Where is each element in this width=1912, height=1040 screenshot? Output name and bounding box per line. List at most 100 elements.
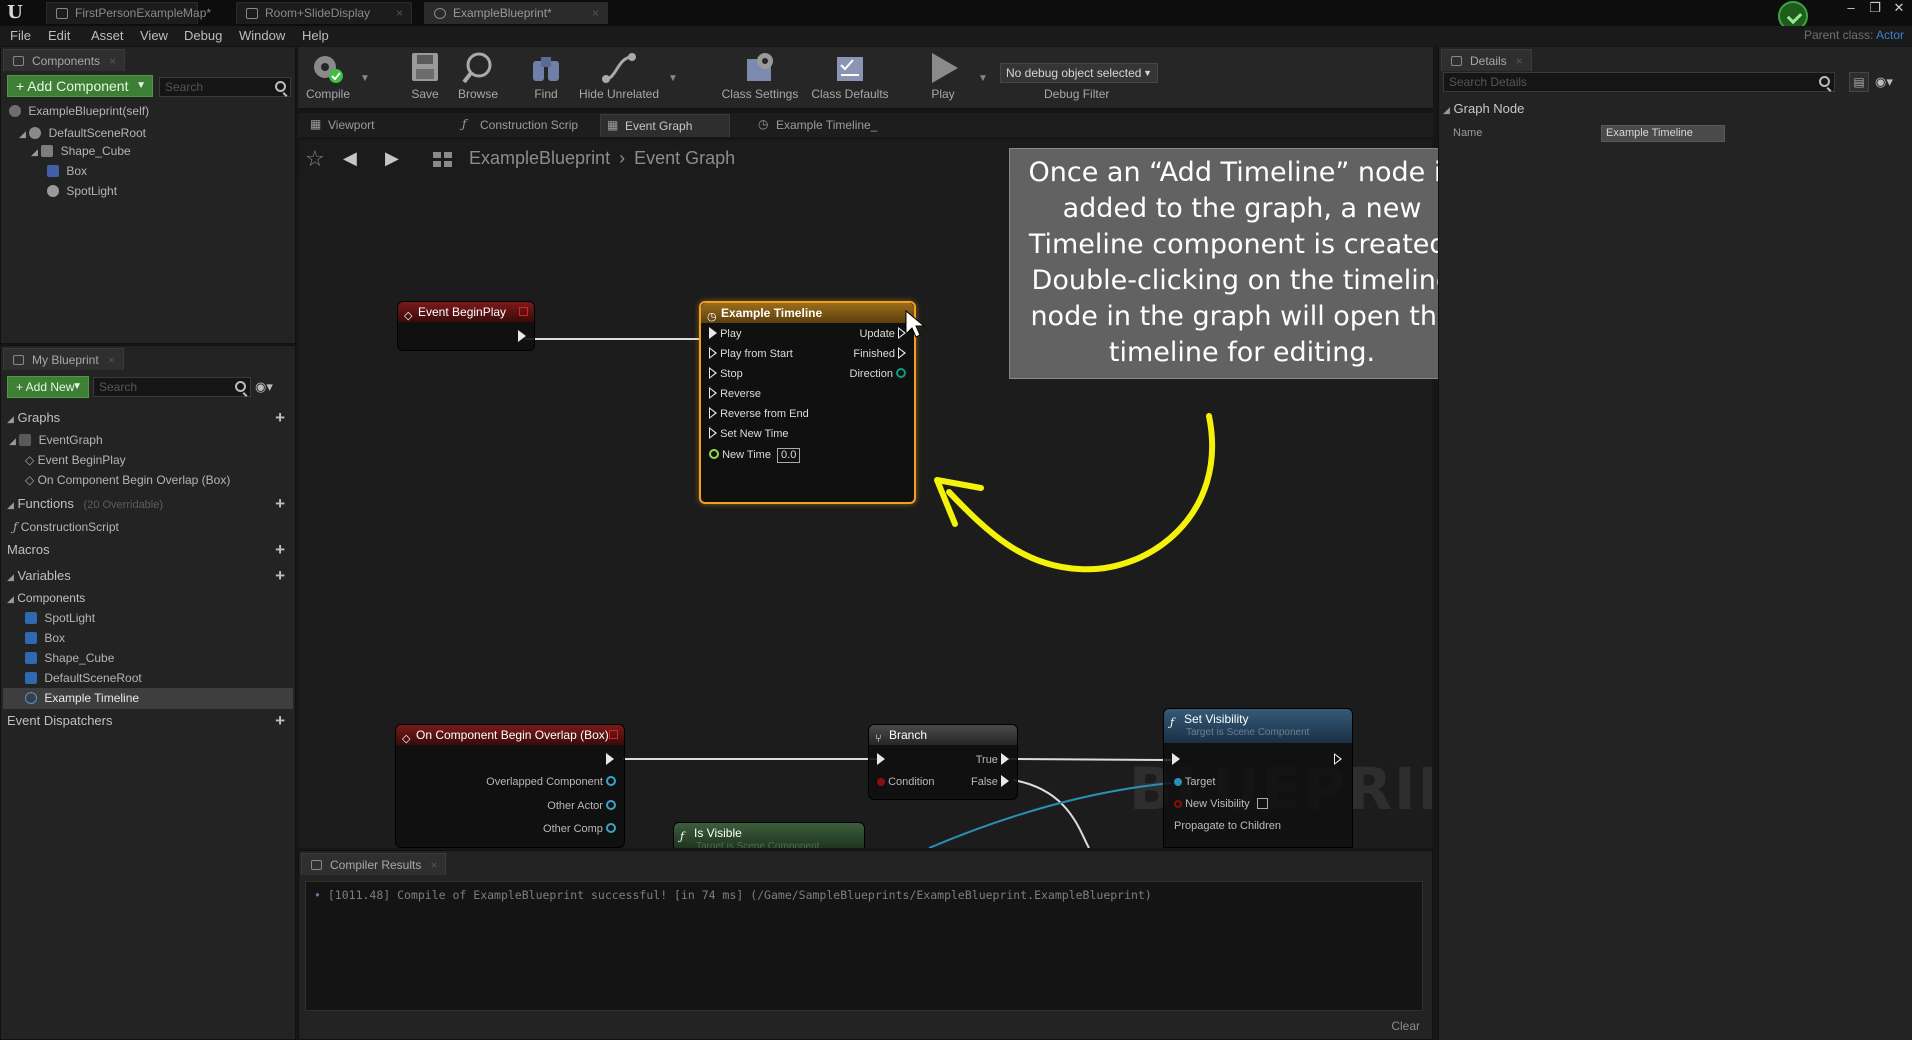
menu-view[interactable]: View xyxy=(140,28,168,43)
exec-pin-icon[interactable] xyxy=(877,753,885,765)
variable-default-scene-root[interactable]: DefaultSceneRoot xyxy=(25,669,142,687)
collapse-arrow-icon[interactable]: ◢ xyxy=(7,500,14,510)
enum-pin-icon[interactable] xyxy=(896,368,906,378)
macros-section-header[interactable]: Macros + xyxy=(1,540,293,560)
pin-other-comp[interactable]: Other Comp xyxy=(543,820,616,838)
pin-false[interactable]: False xyxy=(971,773,1009,791)
pin-play[interactable]: Play xyxy=(709,325,741,343)
clear-button[interactable]: Clear xyxy=(1391,1019,1420,1033)
object-pin-icon[interactable] xyxy=(1174,778,1182,786)
exec-pin-icon[interactable] xyxy=(709,367,717,379)
components-tab[interactable]: Components × xyxy=(3,49,126,72)
exec-pin-icon[interactable] xyxy=(1001,775,1009,787)
parent-class-value[interactable]: Actor xyxy=(1876,28,1904,42)
object-pin-icon[interactable] xyxy=(606,823,616,833)
close-icon[interactable]: × xyxy=(108,349,115,371)
exec-output-pin[interactable] xyxy=(518,328,526,346)
doc-tab-first-person-map[interactable]: FirstPersonExampleMap* × xyxy=(46,2,211,24)
eye-icon[interactable]: ◉▾ xyxy=(1875,74,1893,90)
graph-item-begin-play[interactable]: ◇ Event BeginPlay xyxy=(25,451,126,469)
delegate-pin-icon[interactable] xyxy=(519,307,528,316)
exec-pin-icon[interactable] xyxy=(518,330,526,342)
graph-node-category[interactable]: ◢ Graph Node xyxy=(1443,99,1909,119)
component-spotlight[interactable]: SpotLight xyxy=(47,182,117,200)
pin-finished[interactable]: Finished xyxy=(853,345,906,363)
begin-overlap-node[interactable]: ◇ On Component Begin Overlap (Box) Overl… xyxy=(395,724,625,848)
components-section-header[interactable]: ◢ Components xyxy=(1,588,293,608)
details-tab[interactable]: Details × xyxy=(1441,49,1532,71)
exec-input-pin[interactable] xyxy=(877,751,885,769)
close-icon[interactable]: × xyxy=(109,50,116,72)
add-graph-icon[interactable]: + xyxy=(275,408,285,428)
event-dispatchers-section-header[interactable]: Event Dispatchers + xyxy=(1,711,293,731)
hide-unrelated-button[interactable]: Hide Unrelated xyxy=(576,51,662,107)
variable-spotlight[interactable]: SpotLight xyxy=(25,609,95,627)
pin-update[interactable]: Update xyxy=(859,325,906,343)
save-button[interactable]: Save xyxy=(400,51,450,107)
event-begin-play-node[interactable]: ◇ Event BeginPlay xyxy=(397,301,535,351)
exec-pin-icon[interactable] xyxy=(709,427,717,439)
component-default-scene-root[interactable]: ◢ DefaultSceneRoot xyxy=(19,124,146,142)
component-self[interactable]: ExampleBlueprint(self) xyxy=(9,102,149,120)
class-defaults-button[interactable]: Class Defaults xyxy=(808,51,892,107)
add-new-button[interactable]: + Add New ▼ xyxy=(7,376,89,398)
pin-new-visibility[interactable]: New Visibility xyxy=(1174,795,1268,813)
functions-section-header[interactable]: ◢ Functions (20 Overridable) + xyxy=(1,494,293,514)
doc-tab-example-blueprint[interactable]: ExampleBlueprint* × xyxy=(424,2,608,24)
compile-options-chevron-icon[interactable]: ▼ xyxy=(360,73,370,84)
pin-reverse-from-end[interactable]: Reverse from End xyxy=(709,405,809,423)
add-macro-icon[interactable]: + xyxy=(275,540,285,560)
exec-output-pin[interactable] xyxy=(1334,751,1342,769)
compile-button[interactable]: Compile xyxy=(302,51,354,107)
add-variable-icon[interactable]: + xyxy=(275,566,285,586)
pin-true[interactable]: True xyxy=(976,751,1009,769)
variable-shape-cube[interactable]: Shape_Cube xyxy=(25,649,114,667)
close-icon[interactable]: × xyxy=(182,3,189,24)
graph-item-begin-overlap[interactable]: ◇ On Component Begin Overlap (Box) xyxy=(25,471,230,489)
branch-node[interactable]: ⑂ Branch Condition True False xyxy=(868,724,1018,800)
collapse-arrow-icon[interactable]: ◢ xyxy=(7,594,14,604)
tab-construction-script[interactable]: ƒ Construction Scrip xyxy=(456,114,584,137)
pin-new-time[interactable]: New Time 0.0 xyxy=(709,446,801,464)
pin-set-new-time[interactable]: Set New Time xyxy=(709,425,789,443)
debug-object-select[interactable]: No debug object selected ▼ xyxy=(1000,63,1158,83)
close-icon[interactable]: × xyxy=(1516,50,1523,72)
restore-icon[interactable]: ❐ xyxy=(1868,0,1882,20)
pin-other-actor[interactable]: Other Actor xyxy=(547,797,616,815)
exec-input-pin[interactable] xyxy=(1172,751,1180,769)
minimize-icon[interactable]: – xyxy=(1844,0,1858,20)
pin-play-from-start[interactable]: Play from Start xyxy=(709,345,793,363)
expand-arrow-icon[interactable]: ◢ xyxy=(9,436,16,446)
hide-unrelated-chevron-icon[interactable]: ▼ xyxy=(668,73,678,84)
menu-window[interactable]: Window xyxy=(239,28,285,43)
exec-pin-icon[interactable] xyxy=(709,407,717,419)
is-visible-node[interactable]: ƒ Is Visible Target is Scene Component xyxy=(673,822,865,848)
menu-asset[interactable]: Asset xyxy=(91,28,124,43)
component-box[interactable]: Box xyxy=(47,162,87,180)
exec-pin-icon[interactable] xyxy=(709,327,717,339)
exec-pin-icon[interactable] xyxy=(1172,753,1180,765)
bool-pin-icon[interactable] xyxy=(877,778,885,786)
browse-button[interactable]: Browse xyxy=(450,51,506,107)
menu-edit[interactable]: Edit xyxy=(48,28,70,43)
variable-example-timeline[interactable]: Example Timeline xyxy=(3,688,293,709)
new-visibility-checkbox[interactable] xyxy=(1256,798,1268,809)
add-dispatcher-icon[interactable]: + xyxy=(275,711,285,731)
pin-propagate[interactable]: Propagate to Children xyxy=(1174,817,1281,835)
eye-icon[interactable]: ◉▾ xyxy=(255,379,273,395)
menu-file[interactable]: File xyxy=(10,28,31,43)
my-blueprint-search-input[interactable]: Search xyxy=(93,377,251,397)
exec-pin-icon[interactable] xyxy=(709,347,717,359)
exec-output-pin[interactable] xyxy=(606,751,614,769)
collapse-arrow-icon[interactable]: ◢ xyxy=(7,572,14,582)
close-icon[interactable]: × xyxy=(396,3,403,24)
exec-pin-icon[interactable] xyxy=(1001,753,1009,765)
exec-pin-icon[interactable] xyxy=(1334,753,1342,765)
my-blueprint-tab[interactable]: My Blueprint × xyxy=(3,348,124,370)
property-matrix-icon[interactable]: ▤ xyxy=(1849,72,1869,92)
pin-condition[interactable]: Condition xyxy=(877,773,935,791)
exec-pin-icon[interactable] xyxy=(898,347,906,359)
play-options-chevron-icon[interactable]: ▼ xyxy=(978,73,988,84)
variables-section-header[interactable]: ◢ Variables + xyxy=(1,566,293,586)
close-icon[interactable]: × xyxy=(592,3,599,24)
